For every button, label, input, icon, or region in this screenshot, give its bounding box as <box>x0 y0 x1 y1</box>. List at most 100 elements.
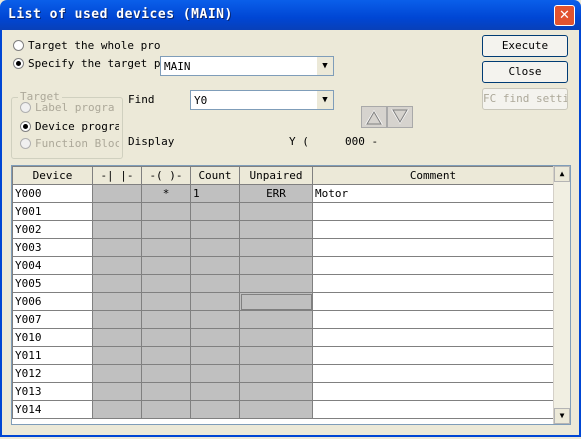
table-cell[interactable] <box>141 364 191 383</box>
table-cell[interactable]: Y005 <box>12 274 93 293</box>
table-cell[interactable]: Motor <box>312 184 554 203</box>
table-row[interactable]: Y007 <box>12 310 554 329</box>
table-cell[interactable] <box>141 292 191 311</box>
specify-target-radio[interactable] <box>13 58 24 69</box>
target-whole-radio[interactable] <box>13 40 24 51</box>
table-row[interactable]: Y012 <box>12 364 554 383</box>
table-cell[interactable] <box>239 274 313 293</box>
close-button[interactable]: Close <box>482 61 568 83</box>
table-cell[interactable] <box>141 256 191 275</box>
table-cell[interactable] <box>312 346 554 365</box>
prev-arrow-button[interactable] <box>361 106 387 128</box>
table-cell[interactable] <box>141 220 191 239</box>
table-cell[interactable] <box>190 256 240 275</box>
table-cell[interactable] <box>312 382 554 401</box>
table-cell[interactable]: 1 <box>190 184 240 203</box>
table-cell[interactable] <box>312 292 554 311</box>
table-cell[interactable]: Y003 <box>12 238 93 257</box>
table-cell[interactable] <box>92 310 142 329</box>
table-cell[interactable] <box>92 346 142 365</box>
table-cell[interactable] <box>312 328 554 347</box>
table-cell[interactable] <box>239 400 313 419</box>
header-contact[interactable]: -| |- <box>92 166 142 185</box>
table-cell[interactable]: Y012 <box>12 364 93 383</box>
table-cell[interactable]: Y010 <box>12 328 93 347</box>
table-cell[interactable]: * <box>141 184 191 203</box>
table-cell[interactable] <box>190 328 240 347</box>
table-row[interactable]: Y010 <box>12 328 554 347</box>
table-cell[interactable] <box>92 292 142 311</box>
header-coil[interactable]: -( )- <box>141 166 191 185</box>
table-cell[interactable] <box>312 220 554 239</box>
table-cell[interactable] <box>141 400 191 419</box>
table-cell[interactable]: Y001 <box>12 202 93 221</box>
table-cell[interactable] <box>190 310 240 329</box>
table-cell[interactable]: Y013 <box>12 382 93 401</box>
table-cell[interactable] <box>190 274 240 293</box>
table-cell[interactable]: ERR <box>239 184 313 203</box>
table-cell[interactable] <box>141 346 191 365</box>
table-row[interactable]: Y003 <box>12 238 554 257</box>
scroll-up-icon[interactable]: ▲ <box>554 166 570 182</box>
table-cell[interactable] <box>312 310 554 329</box>
table-cell[interactable] <box>239 310 313 329</box>
table-cell[interactable] <box>92 202 142 221</box>
table-cell[interactable] <box>190 220 240 239</box>
table-cell[interactable] <box>190 292 240 311</box>
table-cell[interactable] <box>190 202 240 221</box>
table-cell[interactable]: Y011 <box>12 346 93 365</box>
table-cell[interactable] <box>239 346 313 365</box>
table-cell[interactable] <box>92 220 142 239</box>
table-row[interactable]: Y006 <box>12 292 554 311</box>
table-cell[interactable] <box>92 382 142 401</box>
table-cell[interactable] <box>190 382 240 401</box>
table-cell[interactable] <box>92 328 142 347</box>
table-cell[interactable] <box>312 256 554 275</box>
table-cell[interactable] <box>92 256 142 275</box>
table-cell[interactable]: Y014 <box>12 400 93 419</box>
header-unpaired[interactable]: Unpaired <box>239 166 313 185</box>
table-cell[interactable] <box>190 346 240 365</box>
table-cell[interactable]: Y007 <box>12 310 93 329</box>
table-cell[interactable] <box>92 400 142 419</box>
table-cell[interactable] <box>190 400 240 419</box>
find-combo[interactable]: Y0 ▼ <box>190 90 334 110</box>
vertical-scrollbar[interactable]: ▲ ▼ <box>553 166 570 424</box>
table-row[interactable]: Y001 <box>12 202 554 221</box>
table-row[interactable]: Y014 <box>12 400 554 419</box>
device-table[interactable]: Device -| |- -( )- Count Unpaired Commen… <box>11 165 571 425</box>
header-device[interactable]: Device <box>12 166 93 185</box>
table-cell[interactable] <box>239 382 313 401</box>
table-cell[interactable] <box>190 364 240 383</box>
table-row[interactable]: Y000 * 1 ERR Motor <box>12 184 554 203</box>
header-count[interactable]: Count <box>190 166 240 185</box>
table-row[interactable]: Y013 <box>12 382 554 401</box>
table-cell[interactable] <box>141 310 191 329</box>
table-cell[interactable] <box>141 382 191 401</box>
table-cell[interactable] <box>312 400 554 419</box>
chevron-down-icon[interactable]: ▼ <box>316 57 333 75</box>
close-window-button[interactable]: ✕ <box>554 5 575 26</box>
table-cell[interactable] <box>141 274 191 293</box>
table-cell[interactable] <box>141 328 191 347</box>
table-cell[interactable] <box>239 364 313 383</box>
table-cell[interactable] <box>92 238 142 257</box>
table-cell[interactable] <box>239 328 313 347</box>
table-cell[interactable] <box>312 364 554 383</box>
table-cell[interactable]: Y000 <box>12 184 93 203</box>
table-cell[interactable] <box>239 220 313 239</box>
table-row[interactable]: Y011 <box>12 346 554 365</box>
table-cell[interactable] <box>190 238 240 257</box>
device-program-radio[interactable] <box>20 121 31 132</box>
table-cell[interactable] <box>312 202 554 221</box>
table-cell[interactable] <box>92 184 142 203</box>
next-arrow-button[interactable] <box>387 106 413 128</box>
table-cell[interactable]: Y006 <box>12 292 93 311</box>
table-cell[interactable]: Y002 <box>12 220 93 239</box>
table-row[interactable]: Y005 <box>12 274 554 293</box>
table-cell[interactable] <box>239 292 313 311</box>
scroll-down-icon[interactable]: ▼ <box>554 408 570 424</box>
table-cell[interactable] <box>92 274 142 293</box>
table-cell[interactable] <box>239 238 313 257</box>
header-comment[interactable]: Comment <box>312 166 554 185</box>
